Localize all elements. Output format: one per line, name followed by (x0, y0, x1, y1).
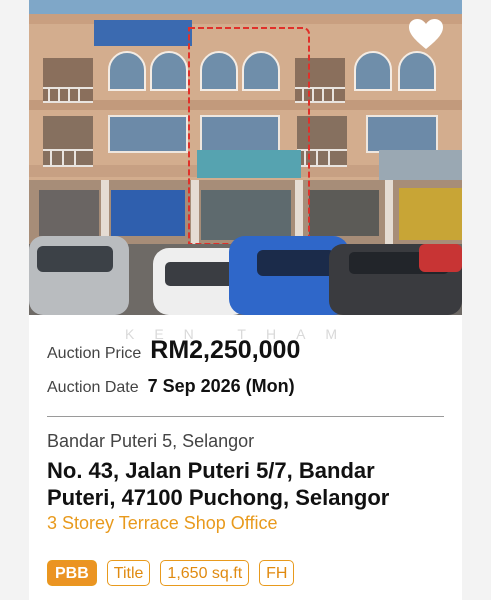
property-address[interactable]: No. 43, Jalan Puteri 5/7, Bandar Puteri,… (47, 457, 447, 511)
property-photo[interactable] (29, 0, 462, 315)
tag-tenure: FH (259, 560, 295, 586)
auction-date-label: Auction Date (47, 379, 139, 396)
tag-title: Title (106, 560, 151, 586)
listing-card[interactable]: KEN THAM Auction Price RM2,250,000 Aucti… (29, 0, 462, 600)
auction-date-row: Auction Date 7 Sep 2026 (Mon) (47, 376, 295, 397)
property-photo-image (29, 0, 462, 315)
tag-pbb: PBB (47, 560, 97, 586)
auction-price-label: Auction Price (47, 345, 142, 362)
auction-price-row: Auction Price RM2,250,000 (47, 336, 300, 365)
divider (47, 416, 444, 417)
favorite-button[interactable] (406, 14, 446, 54)
tag-size: 1,650 sq.ft (160, 560, 250, 586)
heart-icon (409, 19, 443, 49)
property-type: 3 Storey Terrace Shop Office (47, 513, 278, 533)
tag-list: PBB Title 1,650 sq.ft FH (47, 560, 295, 586)
page: KEN THAM Auction Price RM2,250,000 Aucti… (0, 0, 491, 600)
property-area: Bandar Puteri 5, Selangor (47, 431, 255, 451)
auction-date-value: 7 Sep 2026 (Mon) (147, 376, 295, 396)
auction-price-value: RM2,250,000 (150, 336, 301, 364)
